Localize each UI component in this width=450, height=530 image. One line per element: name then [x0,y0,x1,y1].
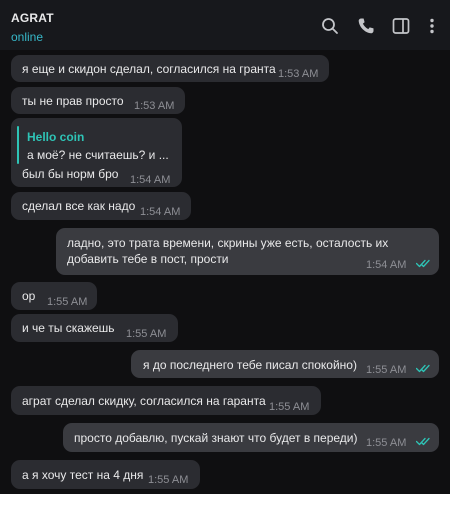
message-time: 1:54 AM [130,174,171,186]
message-time: 1:55 AM [269,401,310,413]
message-bubble[interactable]: я еще и скидон сделал, согласился на гра… [11,55,329,82]
sidebar-toggle-icon[interactable] [392,17,410,35]
reply-text: а моё? не считаешь? и ... [27,148,169,162]
phone-icon[interactable] [357,17,375,35]
message-bubble[interactable]: а я хочу тест на 4 дня 1:55 AM [11,460,200,489]
message-bubble[interactable]: я до последнего тебе писал спокойно) 1:5… [131,350,439,378]
message-bubble[interactable]: ты не прав просто 1:53 AM [11,87,185,114]
message-bubble[interactable]: и че ты скажешь 1:55 AM [11,314,178,342]
message-text: ты не прав просто [22,94,124,108]
message-text: просто добавлю, пускай знают что будет в… [74,431,358,445]
message-text: аграт сделал скидку, согласился на гаран… [22,394,266,408]
message-text: я еще и скидон сделал, согласился на гра… [22,62,276,76]
message-bubble[interactable]: ладно, это трата времени, скрины уже ест… [56,228,439,275]
chat-title[interactable]: AGRAT [11,11,54,25]
message-time: 1:53 AM [134,100,175,112]
message-time: 1:54 AM [366,259,407,271]
message-text-line: добавить тебе в пост, прости [67,252,229,266]
message-text: был бы норм бро [22,167,119,181]
message-bubble[interactable]: сделал все как надо 1:54 AM [11,192,191,220]
message-text: ор [22,289,36,303]
message-text: сделал все как надо [22,199,136,213]
reply-accent-bar [17,126,19,164]
message-time: 1:53 AM [278,68,319,80]
read-checks-icon [416,364,430,373]
read-checks-icon [416,437,430,446]
chat-header[interactable]: AGRAT online [0,0,450,50]
chat-status: online [11,30,44,44]
message-time: 1:54 AM [140,206,181,218]
message-text-line: ладно, это трата времени, скрины уже ест… [67,236,389,250]
message-time: 1:55 AM [47,296,88,308]
message-text: я до последнего тебе писал спокойно) [143,358,357,372]
message-bubble[interactable]: ор 1:55 AM [11,282,97,310]
message-text: и че ты скажешь [22,321,115,335]
message-time: 1:55 AM [148,474,189,486]
message-time: 1:55 AM [126,328,167,340]
reply-author: Hello coin [27,130,85,144]
message-time: 1:55 AM [366,437,407,449]
more-vertical-icon[interactable] [423,17,441,35]
message-text: а я хочу тест на 4 дня [22,468,144,482]
chat-window: AGRAT online я еще и скидон сделал, согл… [0,0,450,494]
search-icon[interactable] [321,17,339,35]
read-checks-icon [416,259,430,268]
reply-quote[interactable]: Hello coin а моё? не считаешь? и ... [17,126,177,164]
message-bubble[interactable]: просто добавлю, пускай знают что будет в… [63,423,439,452]
message-time: 1:55 AM [366,364,407,376]
message-bubble[interactable]: аграт сделал скидку, согласился на гаран… [11,386,321,415]
message-bubble[interactable]: Hello coin а моё? не считаешь? и ... был… [11,118,182,187]
